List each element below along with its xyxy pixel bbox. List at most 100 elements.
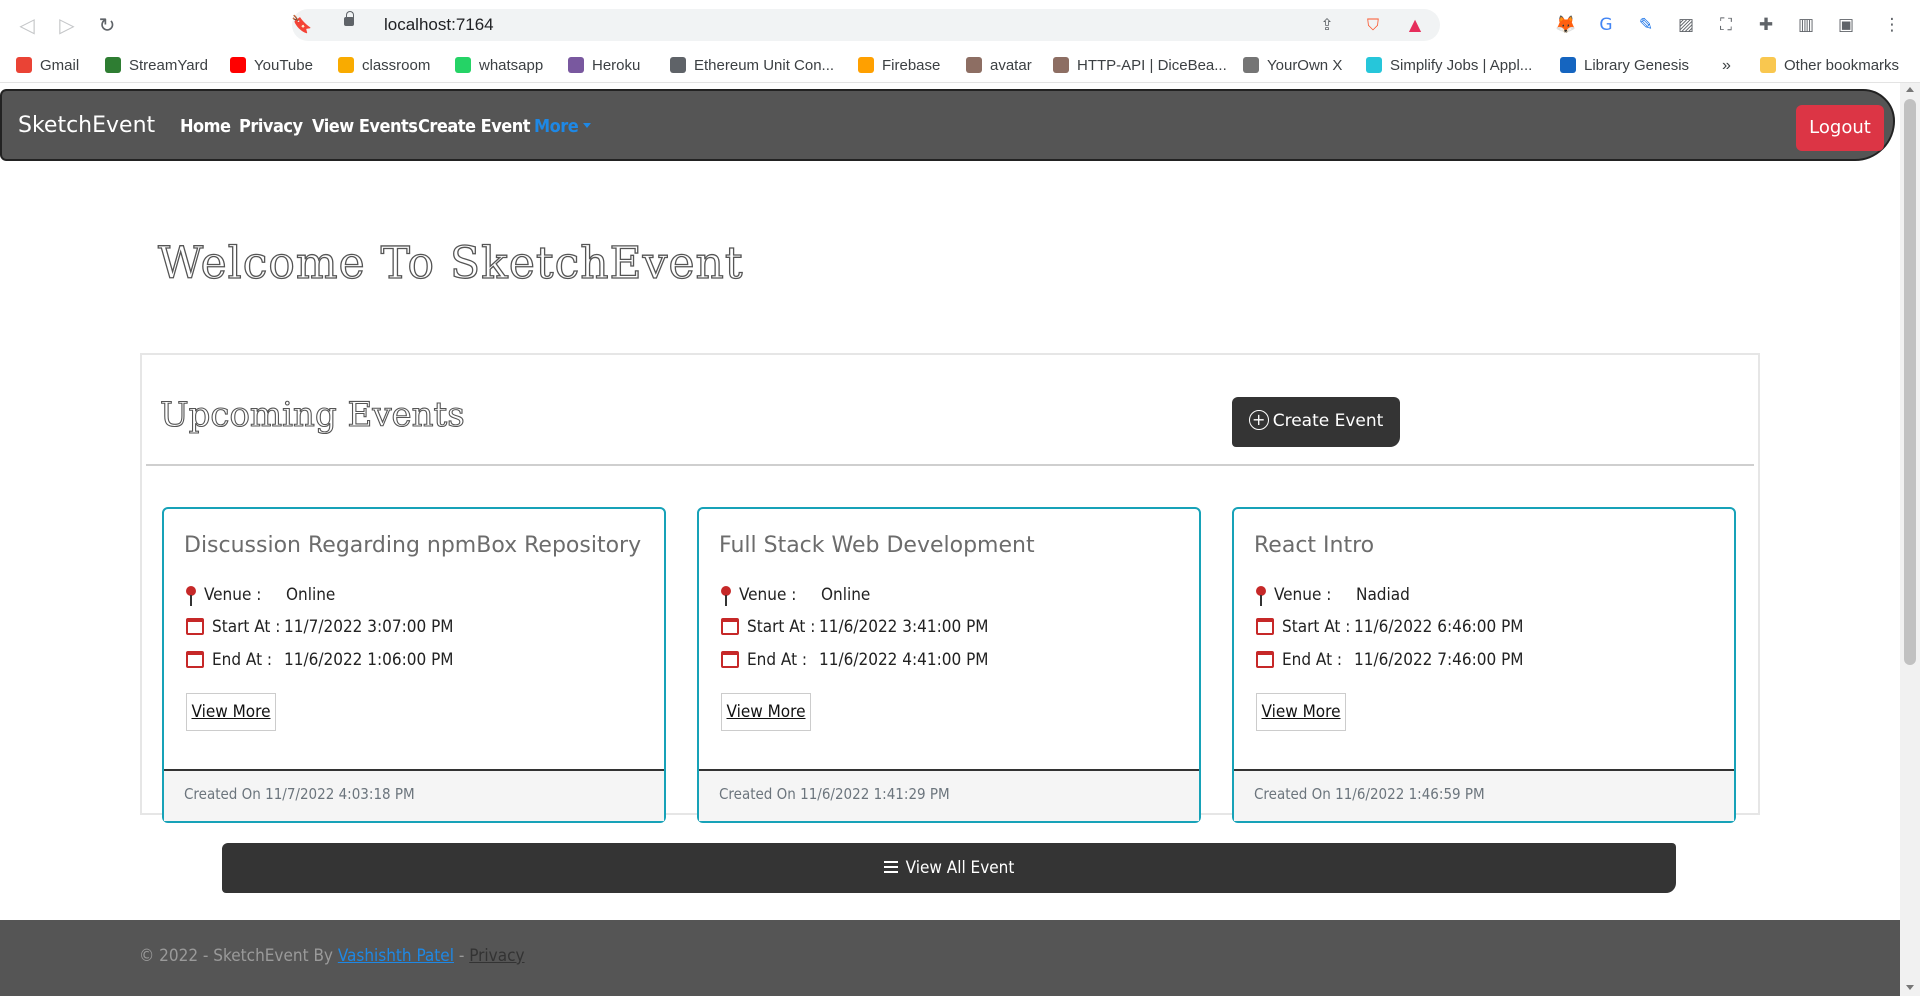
bookmark-item[interactable]: whatsapp [455,56,543,76]
bookmark-item[interactable]: HTTP-API | DiceBea... [1053,56,1227,76]
site-footer: © 2022 - SketchEvent By Vashishth Patel … [0,920,1900,996]
scroll-up-icon[interactable] [1906,87,1914,92]
nav-home[interactable]: Home [180,116,231,137]
bookmark-item[interactable]: YouTube [230,56,313,76]
screenshot-icon[interactable]: ⛶ [1714,13,1738,37]
calendar-icon [721,618,739,635]
bookmarks-bar: Library Genesis Simplify Jobs | Appl... Yo… [0,50,1920,83]
bookmark-item[interactable]: Library Genesis [1560,56,1689,76]
firebase-icon [858,57,874,73]
view-more-button[interactable]: View More [721,693,811,731]
card-footer: Created On 11/6/2022 1:41:29 PM [699,769,1199,821]
end-row: End At : 11/6/2022 1:06:00 PM [186,650,454,670]
bookmark-label: Gmail [40,57,80,74]
nav-privacy[interactable]: Privacy [239,116,303,137]
created-on: Created On 11/6/2022 1:46:59 PM [1254,785,1485,803]
classroom-icon [338,57,354,73]
heroku-icon [568,57,584,73]
menu-lines-icon [883,866,898,868]
event-title: Discussion Regarding npmBox Repository [184,533,642,558]
bookmark-label: Ethereum Unit Con... [694,57,835,74]
site-navbar: SketchEvent Home Privacy View Events Cre… [0,89,1895,161]
whatsapp-icon [455,57,471,73]
plus-circle-icon: + [1248,410,1269,430]
create-event-label: Create Event [1272,411,1384,431]
lock-icon[interactable] [344,11,354,26]
card-footer: Created On 11/6/2022 1:46:59 PM [1234,769,1734,821]
event-card: Discussion Regarding npmBox Repository V… [162,507,666,823]
brave-shield-icon[interactable]: ⛉ [1362,14,1384,36]
created-on: Created On 11/7/2022 4:03:18 PM [184,785,415,803]
author-link[interactable]: Vashishth Patel [338,946,454,966]
address-bar[interactable]: 🔖 localhost:7164 ⇪ ⛉ ▲ [290,9,1440,41]
back-icon[interactable]: ◁ [14,12,40,38]
wallet-icon[interactable]: ▣ [1834,13,1858,37]
bookmark-label: YourOwn X [1267,57,1343,74]
logout-button[interactable]: Logout [1796,105,1884,151]
create-event-button[interactable]: + Create Event [1232,397,1400,447]
venue-label: Venue : [204,585,262,605]
bookmark-item[interactable]: StreamYard [105,56,208,76]
bookmark-item[interactable]: Firebase [858,56,940,76]
bookmark-label: Simplify Jobs | Appl... [1390,57,1533,74]
sidebar-icon[interactable]: ▥ [1794,13,1818,37]
view-all-events-button[interactable]: View All Event [222,843,1676,893]
calendar-icon [721,651,739,668]
venue-value: Online [286,585,336,605]
venue-value: Online [821,585,871,605]
extension-feather-icon[interactable]: ✎ [1634,13,1658,37]
reload-icon[interactable]: ↻ [94,12,120,38]
pin-icon [721,586,731,606]
view-more-button[interactable]: View More [1256,693,1346,731]
end-value: 11/6/2022 1:06:00 PM [284,650,454,670]
page-title: Welcome To SketchEvent [157,237,744,289]
avatar-icon [1053,57,1069,73]
venue-label: Venue : [1274,585,1332,605]
end-label: End At : [747,650,808,670]
bookmarks-overflow-icon[interactable]: » [1722,56,1731,76]
bookmark-item[interactable]: Simplify Jobs | Appl... [1366,56,1532,76]
bookmark-label: classroom [362,57,431,74]
bookmark-icon[interactable]: 🔖 [290,13,314,37]
forward-icon[interactable]: ▷ [54,12,80,38]
end-row: End At : 11/6/2022 4:41:00 PM [721,650,989,670]
nav-create-event[interactable]: Create Event [418,116,531,137]
event-title: React Intro [1254,533,1375,558]
brand-logo[interactable]: SketchEvent [18,113,155,138]
view-all-label: View All Event [905,858,1015,878]
bookmark-item[interactable]: Ethereum Unit Con... [670,56,834,76]
other-bookmarks[interactable]: Other bookmarks [1760,56,1899,76]
venue-row: Venue : Online [721,585,871,606]
menu-icon[interactable]: ⋮ [1880,13,1904,37]
end-label: End At : [212,650,273,670]
calendar-icon [1256,618,1274,635]
folder-icon [1760,57,1776,73]
scroll-thumb[interactable] [1904,99,1916,665]
start-row: Start At :11/7/2022 3:07:00 PM [186,617,454,637]
share-icon[interactable]: ⇪ [1316,14,1338,36]
url-text[interactable]: localhost:7164 [384,15,494,35]
bookmark-item[interactable]: avatar [966,56,1032,76]
scroll-down-icon[interactable] [1906,985,1914,990]
brave-rewards-icon[interactable]: ▲ [1404,14,1426,36]
bookmark-item[interactable]: classroom [338,56,430,76]
venue-row: Venue : Nadiad [1256,585,1410,606]
start-value: 11/6/2022 3:41:00 PM [819,617,989,637]
view-more-button[interactable]: View More [186,693,276,731]
calendar-icon [186,618,204,635]
bookmark-item[interactable]: YourOwn X [1243,56,1342,76]
libgen-icon [1560,57,1576,73]
extensions-puzzle-icon[interactable]: ✚ [1754,13,1778,37]
bookmark-item[interactable]: Heroku [568,56,640,76]
pin-icon [186,586,196,606]
extension-gray-icon[interactable]: ▨ [1674,13,1698,37]
nav-view-events[interactable]: View Events [312,116,418,137]
card-footer: Created On 11/7/2022 4:03:18 PM [164,769,664,821]
nav-more-dropdown[interactable]: More [534,116,591,137]
page-scrollbar[interactable] [1900,83,1920,996]
bookmark-label: Heroku [592,57,641,74]
translate-icon[interactable]: G [1594,13,1618,37]
bookmark-item[interactable]: Gmail [16,56,79,76]
metamask-icon[interactable]: 🦊 [1554,13,1578,37]
footer-privacy-link[interactable]: Privacy [469,946,524,966]
